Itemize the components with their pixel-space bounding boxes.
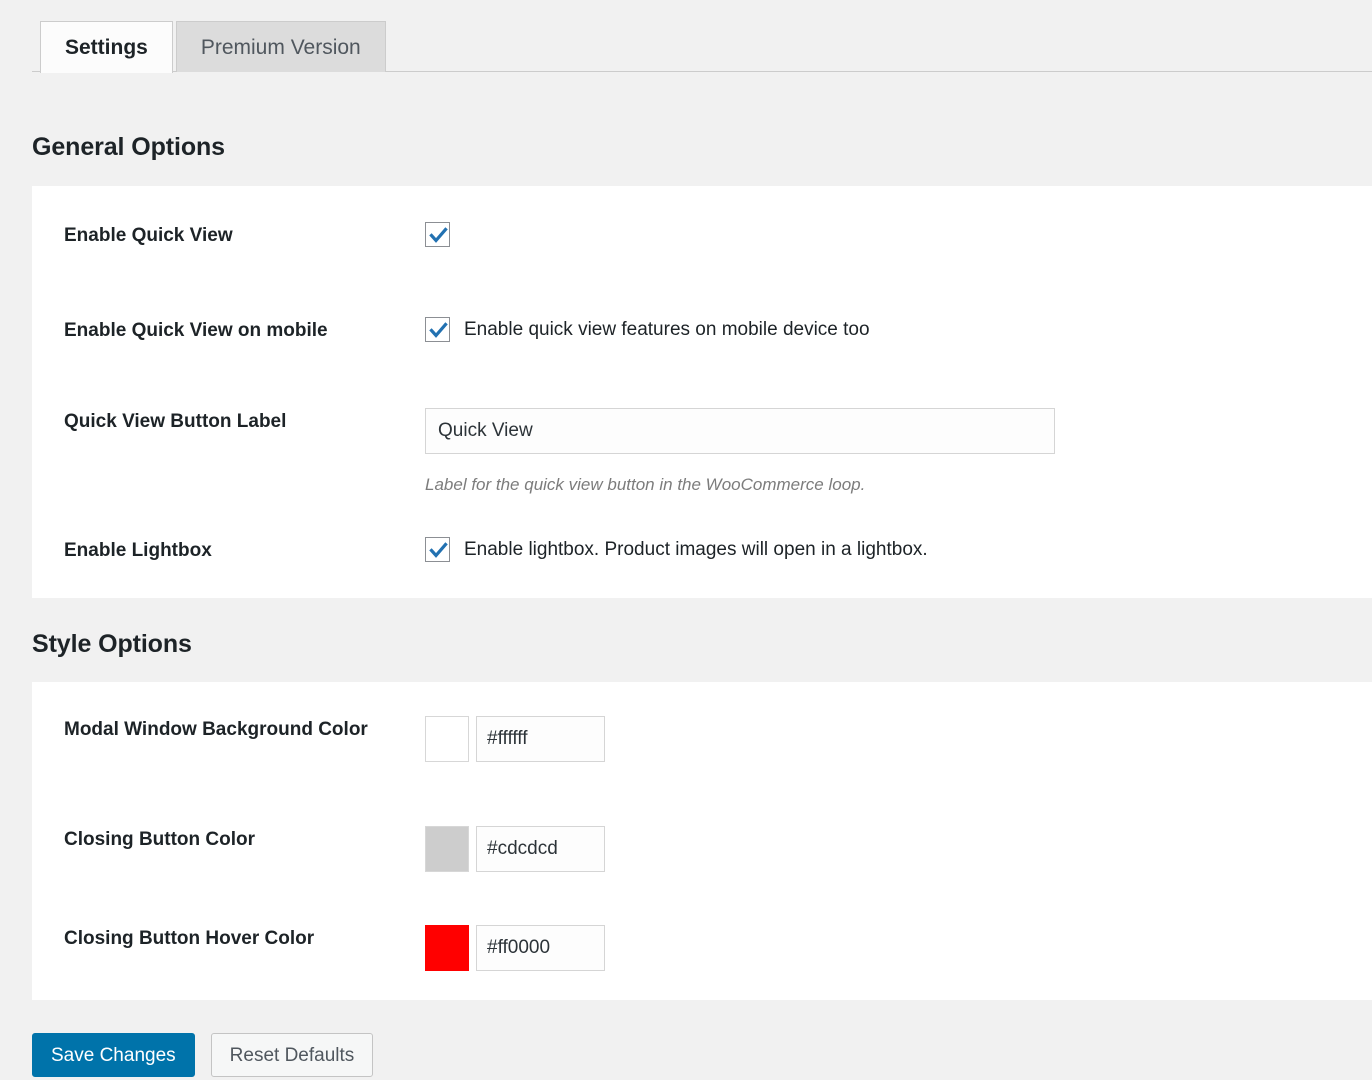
tab-settings-label: Settings xyxy=(65,36,148,59)
row-label-closing-button-hover-color: Closing Button Hover Color xyxy=(64,928,315,949)
panel-style-options: Modal Window Background Color Closing Bu… xyxy=(32,682,1372,1000)
color-swatch-closing-button-hover-color[interactable] xyxy=(425,925,469,971)
quick-view-button-label-input[interactable] xyxy=(425,408,1055,454)
row-label-enable-quick-view: Enable Quick View xyxy=(64,225,233,246)
color-hex-input-closing-button-color[interactable] xyxy=(476,826,605,872)
tab-premium-version-label: Premium Version xyxy=(200,35,361,59)
checkbox-enable-lightbox[interactable] xyxy=(425,537,450,562)
checkbox-enable-quick-view-mobile[interactable] xyxy=(425,317,450,342)
save-changes-button[interactable]: Save Changes xyxy=(32,1033,195,1077)
row-label-enable-quick-view-mobile: Enable Quick View on mobile xyxy=(64,320,328,341)
row-closing-button-color: Closing Button Color xyxy=(32,826,1372,872)
row-closing-button-hover-color: Closing Button Hover Color xyxy=(32,925,1372,971)
check-icon xyxy=(429,227,448,243)
reset-defaults-button[interactable]: Reset Defaults xyxy=(210,1033,374,1077)
checkbox-label-enable-quick-view-mobile: Enable quick view features on mobile dev… xyxy=(464,319,870,340)
check-icon xyxy=(429,542,448,558)
settings-page: Settings Premium Version General Options… xyxy=(0,0,1372,1080)
row-field-closing-button-color xyxy=(425,826,1372,872)
tab-settings[interactable]: Settings xyxy=(40,21,173,73)
check-icon xyxy=(429,322,448,338)
row-modal-window-background-color: Modal Window Background Color xyxy=(32,716,1372,762)
form-actions: Save Changes Reset Defaults xyxy=(32,1033,374,1077)
row-quick-view-button-label: Quick View Button Label Label for the qu… xyxy=(32,408,1372,495)
section-title-general-options: General Options xyxy=(32,133,225,161)
row-enable-lightbox: Enable Lightbox Enable lightbox. Product… xyxy=(32,537,1372,565)
color-hex-input-modal-window-background-color[interactable] xyxy=(476,716,605,762)
color-swatch-modal-window-background-color[interactable] xyxy=(425,716,469,762)
checkbox-label-enable-lightbox: Enable lightbox. Product images will ope… xyxy=(464,539,928,560)
section-title-style-options: Style Options xyxy=(32,630,192,658)
row-enable-quick-view: Enable Quick View xyxy=(32,222,1372,250)
color-hex-input-closing-button-hover-color[interactable] xyxy=(476,925,605,971)
quick-view-button-label-description: Label for the quick view button in the W… xyxy=(425,475,866,494)
row-label-quick-view-button-label: Quick View Button Label xyxy=(64,411,287,432)
checkbox-enable-quick-view[interactable] xyxy=(425,222,450,247)
row-label-modal-window-background-color: Modal Window Background Color xyxy=(64,719,368,740)
row-field-closing-button-hover-color xyxy=(425,925,1372,971)
row-enable-quick-view-mobile: Enable Quick View on mobile Enable quick… xyxy=(32,317,1372,345)
tab-premium-version[interactable]: Premium Version xyxy=(175,21,386,72)
row-field-quick-view-button-label: Label for the quick view button in the W… xyxy=(425,408,1372,495)
row-label-closing-button-color: Closing Button Color xyxy=(64,829,256,850)
row-field-enable-quick-view xyxy=(425,222,1372,247)
row-field-enable-lightbox: Enable lightbox. Product images will ope… xyxy=(425,537,1372,562)
row-field-enable-quick-view-mobile: Enable quick view features on mobile dev… xyxy=(425,317,1372,342)
color-swatch-closing-button-color[interactable] xyxy=(425,826,469,872)
tab-bar: Settings Premium Version xyxy=(0,0,1372,73)
panel-general-options: Enable Quick View Enable Quick View on m… xyxy=(32,186,1372,598)
row-label-enable-lightbox: Enable Lightbox xyxy=(64,540,212,561)
row-field-modal-window-background-color xyxy=(425,716,1372,762)
